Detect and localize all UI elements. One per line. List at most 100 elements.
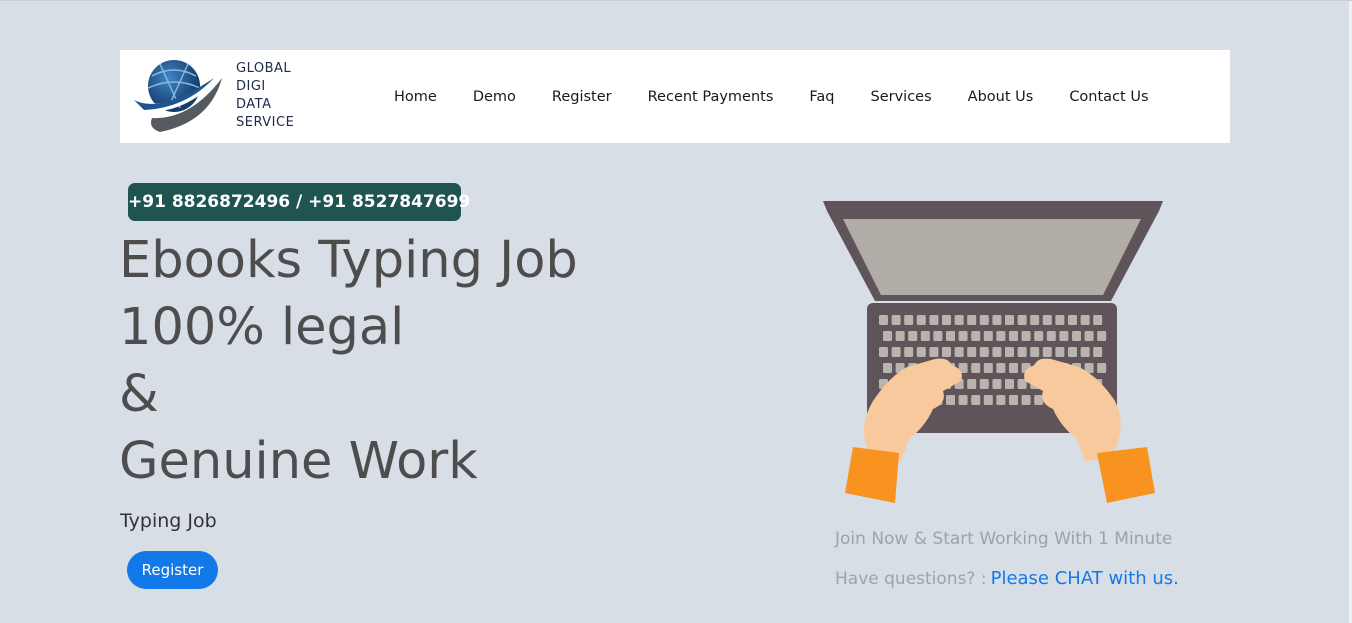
keyboard-key: [971, 331, 981, 341]
nav-services[interactable]: Services: [871, 89, 932, 105]
keyboard-key: [1068, 315, 1077, 325]
keyboard-key: [895, 331, 905, 341]
keyboard-key: [983, 363, 993, 373]
keyboard-key: [1055, 315, 1065, 325]
brand-line: GLOBAL: [236, 61, 292, 76]
keyboard-key: [983, 331, 993, 341]
keyboard-key: [1017, 347, 1027, 357]
keyboard-key: [933, 331, 943, 341]
keyboard-key: [1009, 331, 1018, 341]
join-now-text: Join Now & Start Working With 1 Minute: [835, 529, 1173, 549]
keyboard-key: [1034, 395, 1044, 405]
keyboard-key: [904, 315, 914, 325]
keyboard-key: [967, 347, 977, 357]
keyboard-key: [1055, 347, 1065, 357]
keyboard-key: [958, 395, 968, 405]
headline-line: &: [119, 365, 159, 424]
keyboard-key: [891, 315, 901, 325]
keyboard-key: [920, 331, 930, 341]
keyboard-key: [916, 315, 926, 325]
keyboard-key: [1097, 331, 1107, 341]
keyboard-key: [1009, 363, 1018, 373]
globe-logo-icon[interactable]: [130, 56, 226, 136]
keyboard-key: [891, 347, 901, 357]
brand-line: SERVICE: [236, 115, 295, 130]
keyboard-key: [883, 363, 892, 373]
keyboard-key: [967, 379, 977, 389]
keyboard-key: [1080, 315, 1090, 325]
keyboard-key: [1042, 315, 1052, 325]
keyboard-key: [954, 315, 964, 325]
keyboard-key: [1034, 331, 1044, 341]
top-navbar: GLOBAL DIGI DATA SERVICE Home Demo Regis…: [120, 50, 1230, 143]
brand-line: DIGI: [236, 79, 266, 94]
hero-headline: Ebooks Typing Job 100% legal & Genuine W…: [119, 227, 578, 495]
keyboard-key: [904, 347, 914, 357]
keyboard-key: [1005, 315, 1014, 325]
keyboard-key: [946, 395, 955, 405]
keyboard-key: [979, 347, 989, 357]
keyboard-key: [929, 315, 939, 325]
keyboard-key: [1097, 363, 1107, 373]
nav-recent-payments[interactable]: Recent Payments: [648, 89, 774, 105]
brand-name: GLOBAL DIGI DATA SERVICE: [236, 60, 294, 132]
questions-line: Have questions? : Please CHAT with us.: [835, 568, 1179, 589]
keyboard-key: [992, 379, 1002, 389]
keyboard-key: [1046, 331, 1056, 341]
keyboard-key: [979, 315, 989, 325]
keyboard-key: [1059, 331, 1069, 341]
keyboard-key: [1017, 315, 1027, 325]
nav-about-us[interactable]: About Us: [968, 89, 1034, 105]
keyboard-key: [983, 395, 993, 405]
keyboard-key: [908, 331, 918, 341]
keyboard-key: [879, 315, 888, 325]
register-button[interactable]: Register: [127, 551, 218, 589]
keyboard-key: [1068, 347, 1077, 357]
keyboard-key: [1021, 395, 1031, 405]
keyboard-key: [954, 347, 964, 357]
keyboard-key: [1093, 347, 1103, 357]
keyboard-key: [883, 331, 892, 341]
keyboard-key: [971, 395, 981, 405]
keyboard-key: [929, 347, 939, 357]
nav-home[interactable]: Home: [394, 89, 437, 105]
keyboard-key: [992, 315, 1002, 325]
keyboard-key: [1084, 331, 1094, 341]
keyboard-key: [1072, 331, 1081, 341]
keyboard-key: [996, 395, 1006, 405]
hero-subtitle: Typing Job: [120, 510, 217, 532]
keyboard-key: [967, 315, 977, 325]
keyboard-key: [996, 331, 1006, 341]
nav-demo[interactable]: Demo: [473, 89, 516, 105]
keyboard-key: [971, 363, 981, 373]
keyboard-key: [992, 347, 1002, 357]
keyboard-key: [958, 331, 968, 341]
keyboard-key: [1080, 347, 1090, 357]
phone-badge: +91 8826872496 / +91 8527847699: [128, 183, 470, 221]
headline-line: 100% legal: [119, 298, 405, 357]
keyboard-key: [1093, 315, 1103, 325]
keyboard-key: [942, 315, 951, 325]
questions-label: Have questions? :: [835, 569, 987, 589]
keyboard-key: [1042, 347, 1052, 357]
keyboard-key: [942, 347, 951, 357]
keyboard-key: [996, 363, 1006, 373]
main-nav: Home Demo Register Recent Payments Faq S…: [394, 50, 1185, 143]
keyboard-key: [1005, 347, 1014, 357]
headline-line: Genuine Work: [119, 432, 478, 491]
laptop-typing-illustration-icon: [823, 201, 1163, 503]
keyboard-key: [1030, 347, 1040, 357]
keyboard-key: [1009, 395, 1018, 405]
nav-register[interactable]: Register: [552, 89, 612, 105]
keyboard-key: [979, 379, 989, 389]
keyboard-key: [879, 347, 888, 357]
keyboard-key: [916, 347, 926, 357]
nav-contact-us[interactable]: Contact Us: [1069, 89, 1148, 105]
headline-line: Ebooks Typing Job: [119, 231, 578, 290]
nav-faq[interactable]: Faq: [809, 89, 834, 105]
chat-link[interactable]: Please CHAT with us.: [991, 568, 1179, 589]
keyboard-key: [1030, 315, 1040, 325]
keyboard-key: [946, 331, 955, 341]
brand-line: DATA: [236, 97, 272, 112]
keyboard-key: [1021, 331, 1031, 341]
